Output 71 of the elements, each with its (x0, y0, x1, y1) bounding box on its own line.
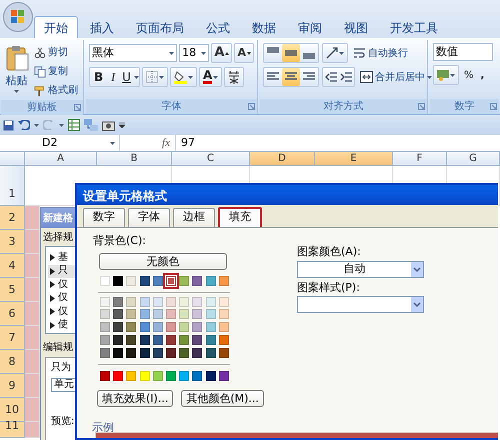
no-color-button[interactable]: 无颜色 (99, 252, 227, 270)
list-item[interactable]: 仅 (48, 278, 124, 292)
dialog-title: 设置单元格格式 (77, 185, 498, 205)
group-label: 剪贴板 (27, 102, 57, 113)
percent-button[interactable]: % (462, 66, 476, 84)
group-label: 字体 (162, 101, 182, 112)
ribbon-tab[interactable]: 开发工具 (380, 16, 448, 38)
wrap-text-button[interactable]: 自动换行 (351, 44, 410, 62)
dialog-tab[interactable]: 填充 (218, 207, 262, 229)
font-color-button[interactable]: A (198, 67, 222, 87)
column-header[interactable]: E (315, 152, 393, 166)
row-header[interactable]: 5 (0, 278, 25, 302)
name-box[interactable]: D2 (0, 135, 120, 151)
list-item[interactable]: 仅 (48, 305, 124, 318)
bold-button[interactable]: B (90, 68, 108, 86)
description-text: 只为 (51, 362, 72, 374)
row-header[interactable]: 7 (0, 326, 25, 350)
ribbon-button[interactable]: 格式刷 (32, 81, 80, 100)
field-label: 背景色(C): (93, 233, 147, 249)
comma-button[interactable]: , (478, 66, 486, 84)
row-header[interactable]: 1 (0, 166, 25, 206)
row-header[interactable]: 2 (0, 206, 25, 230)
ribbon-button[interactable]: 剪切 (32, 43, 80, 62)
ribbon-tab[interactable]: 视图 (334, 16, 378, 38)
ribbon-button[interactable]: 复制 (32, 62, 80, 81)
row-header[interactable]: 10 (0, 398, 25, 422)
field-label: 预览: (51, 416, 75, 428)
row-header[interactable]: 4 (0, 254, 25, 278)
group-label: 数字 (454, 101, 474, 112)
group-label: 对齐方式 (324, 101, 364, 112)
dialog-tab[interactable]: 字体 (128, 208, 170, 227)
list-item[interactable]: 仅 (48, 292, 124, 305)
field-label: 选择规 (42, 230, 73, 244)
italic-button[interactable]: I (107, 68, 120, 86)
row-header[interactable]: 6 (0, 302, 25, 326)
list-item[interactable]: 使 (48, 318, 124, 332)
column-header[interactable]: G (447, 152, 500, 166)
font-size-field[interactable]: 18 (179, 44, 210, 62)
column-header[interactable]: F (393, 152, 447, 166)
formula-field[interactable]: 97 (176, 134, 195, 152)
dialog-tab[interactable]: 边框 (173, 208, 215, 227)
ribbon-tab[interactable]: 数据 (242, 16, 286, 38)
underline-button[interactable]: U (119, 68, 134, 86)
row-header[interactable]: 11 (0, 422, 25, 438)
column-header[interactable]: C (172, 152, 250, 166)
group-label: 示例 (92, 420, 115, 434)
column-header[interactable]: D (250, 152, 315, 166)
field-label: 图案样式(P): (297, 280, 361, 296)
row-header[interactable]: 8 (0, 350, 25, 374)
more-colors-button[interactable]: 其他颜色(M)... (181, 390, 264, 407)
fill-effects-button[interactable]: 填充效果(I)... (97, 390, 174, 407)
paste-button[interactable]: 粘贴 (4, 43, 29, 100)
ribbon-tab[interactable]: 审阅 (288, 16, 332, 38)
grow-font-button[interactable]: A (211, 43, 232, 63)
dialog-tab[interactable]: 数字 (83, 208, 125, 227)
column-header[interactable]: B (97, 152, 172, 166)
field-label: 图案颜色(A): (297, 244, 362, 260)
shrink-font-button[interactable]: A (234, 43, 254, 63)
row-header[interactable]: 9 (0, 374, 25, 398)
ribbon-tab[interactable]: 公式 (196, 16, 240, 38)
number-format-field[interactable]: 数值 (433, 43, 493, 61)
ribbon-tab[interactable]: 页面布局 (126, 16, 194, 38)
field-label: 编辑规 (43, 342, 74, 354)
ribbon-tab[interactable]: 开始 (34, 16, 78, 38)
insert-function-button[interactable]: fx (162, 134, 170, 152)
column-header[interactable]: A (25, 152, 97, 166)
merge-center-button[interactable]: 合并后居中 (358, 68, 434, 86)
row-header[interactable]: 3 (0, 230, 25, 254)
ribbon-tab[interactable]: 插入 (80, 16, 124, 38)
pattern-color-field[interactable]: 自动 (297, 260, 424, 278)
font-name-field[interactable]: 黑体 (89, 44, 178, 62)
